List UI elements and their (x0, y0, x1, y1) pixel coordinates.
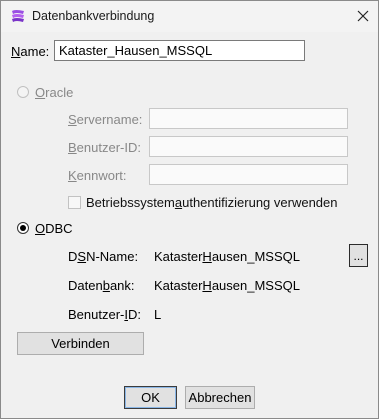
oracle-user-id-label: Benutzer-ID: (68, 140, 141, 155)
odbc-radio-dot (20, 225, 26, 231)
os-auth-label-post: uthentifizierung verwenden (182, 195, 338, 210)
database-value-accel: H (202, 278, 212, 293)
dsn-value-accel: H (202, 249, 212, 264)
password-label-rest: ennwort: (76, 168, 127, 183)
name-label-accel: N (11, 44, 21, 59)
os-auth-label-pre: Betriebssystem (86, 195, 175, 210)
name-label: Name: (11, 44, 49, 59)
oracle-label-accel: O (35, 85, 46, 100)
oracle-user-id-accel: B (68, 140, 77, 155)
odbc-user-id-label-pre: Benutzer- (68, 307, 125, 322)
os-auth-checkbox[interactable] (68, 196, 81, 209)
database-accel: b (102, 278, 110, 293)
odbc-user-id-label: Benutzer-ID: (68, 307, 141, 322)
password-label: Kennwort: (68, 168, 127, 183)
dsn-label-post: N-Name: (86, 249, 139, 264)
database-value-pre: Kataster (154, 278, 203, 293)
dsn-label-pre: D (68, 249, 78, 264)
odbc-label: ODBC (35, 221, 73, 236)
close-icon[interactable] (349, 1, 377, 31)
database-label-post: ank: (109, 278, 135, 293)
odbc-radio[interactable] (17, 222, 29, 234)
servername-label-rest: ervername: (76, 112, 143, 127)
dsn-value-pre: Kataster (154, 249, 203, 264)
database-label-pre: Daten (68, 278, 103, 293)
servername-label: Servername: (68, 112, 142, 127)
odbc-label-rest: DBC (45, 221, 73, 236)
servername-input[interactable] (149, 108, 348, 129)
ok-button[interactable]: OK (124, 386, 177, 409)
odbc-user-id-label-post: D: (128, 307, 141, 322)
os-auth-label: Betriebssystemauthentifizierung verwende… (86, 195, 338, 210)
dsn-label: DSN-Name: (68, 249, 138, 264)
password-input[interactable] (149, 164, 348, 185)
cancel-button[interactable]: Abbrechen (185, 386, 255, 409)
password-accel: K (68, 168, 77, 183)
oracle-user-id-input[interactable] (149, 136, 348, 157)
window-title: Datenbankverbindung (32, 9, 155, 23)
dsn-browse-button[interactable]: ... (349, 244, 368, 267)
oracle-user-id-label-rest: enutzer-ID: (76, 140, 141, 155)
odbc-user-id-value: L (154, 307, 162, 322)
dsn-accel: S (77, 249, 87, 264)
dsn-value: KatasterHausen_MSSQL (154, 249, 300, 264)
oracle-radio[interactable] (17, 86, 29, 98)
database-value-post: ausen_MSSQL (211, 278, 300, 293)
dialog-window: Datenbankverbindung Name: Kataster_Hause… (0, 0, 379, 419)
name-label-rest: ame: (20, 44, 50, 59)
dsn-value-post: ausen_MSSQL (211, 249, 300, 264)
odbc-accel: O (35, 221, 46, 236)
database-value: KatasterHausen_MSSQL (154, 278, 300, 293)
title-bar: Datenbankverbindung (1, 1, 378, 32)
oracle-label: Oracle (35, 85, 73, 100)
connect-button[interactable]: Verbinden (17, 332, 144, 355)
app-icon (11, 9, 26, 23)
name-input[interactable]: Kataster_Hausen_MSSQL (54, 40, 305, 61)
oracle-label-rest: acle (49, 85, 74, 100)
servername-accel: S (68, 112, 77, 127)
database-label: Datenbank: (68, 278, 135, 293)
